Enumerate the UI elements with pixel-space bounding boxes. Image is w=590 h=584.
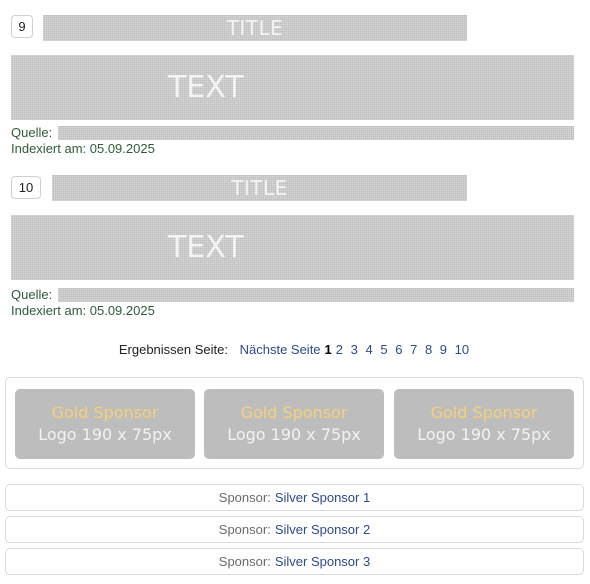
silver-sponsor-link[interactable]: Silver Sponsor 2	[275, 522, 370, 537]
gold-sponsor-card[interactable]: Gold Sponsor Logo 190 x 75px	[15, 389, 195, 459]
source-label: Quelle:	[11, 125, 53, 140]
gold-sponsor-size: Logo 190 x 75px	[38, 425, 172, 444]
gold-sponsor-title: Gold Sponsor	[430, 403, 538, 422]
page-link-3[interactable]: 3	[351, 342, 358, 357]
source-link[interactable]	[58, 288, 574, 302]
page-link-2[interactable]: 2	[336, 342, 343, 357]
gold-sponsor-size: Logo 190 x 75px	[227, 425, 361, 444]
gold-sponsor-title: Gold Sponsor	[51, 403, 159, 422]
result-title[interactable]: TITLE	[43, 15, 467, 41]
pagination: Ergebnissen Seite: Nächste Seite 1 2 3 4 5…	[0, 342, 590, 357]
gold-sponsor-panel: Gold Sponsor Logo 190 x 75px Gold Sponso…	[5, 377, 584, 469]
source-link[interactable]	[58, 126, 574, 140]
silver-sponsor-label: Sponsor:	[218, 490, 271, 505]
page-link-10[interactable]: 10	[455, 342, 469, 357]
gold-sponsor-card[interactable]: Gold Sponsor Logo 190 x 75px	[204, 389, 384, 459]
silver-sponsor-link[interactable]: Silver Sponsor 1	[275, 490, 370, 505]
indexed-date: Indexiert am: 05.09.2025	[11, 141, 155, 156]
gold-sponsor-title: Gold Sponsor	[240, 403, 348, 422]
result-title[interactable]: TITLE	[52, 175, 467, 201]
pagination-label: Ergebnissen Seite:	[118, 342, 228, 357]
next-page-link[interactable]: Nächste Seite	[240, 342, 321, 357]
page-link-7[interactable]: 7	[410, 342, 417, 357]
result-number: 9	[11, 15, 33, 38]
page-link-8[interactable]: 8	[425, 342, 432, 357]
indexed-date: Indexiert am: 05.09.2025	[11, 303, 155, 318]
page-link-4[interactable]: 4	[366, 342, 373, 357]
page-link-6[interactable]: 6	[395, 342, 402, 357]
gold-sponsor-size: Logo 190 x 75px	[417, 425, 551, 444]
page-link-5[interactable]: 5	[380, 342, 387, 357]
silver-sponsor-row: Sponsor: Silver Sponsor 2	[5, 516, 584, 543]
gold-sponsor-card[interactable]: Gold Sponsor Logo 190 x 75px	[394, 389, 574, 459]
silver-sponsor-row: Sponsor: Silver Sponsor 3	[5, 548, 584, 575]
silver-sponsor-link[interactable]: Silver Sponsor 3	[275, 554, 370, 569]
result-number: 10	[11, 176, 41, 199]
source-label: Quelle:	[11, 287, 53, 302]
result-text: TEXT	[11, 55, 574, 120]
page-link-9[interactable]: 9	[440, 342, 447, 357]
silver-sponsor-row: Sponsor: Silver Sponsor 1	[5, 484, 584, 511]
result-text: TEXT	[11, 215, 574, 280]
silver-sponsor-label: Sponsor:	[218, 554, 271, 569]
silver-sponsor-label: Sponsor:	[218, 522, 271, 537]
current-page: 1	[324, 342, 332, 357]
